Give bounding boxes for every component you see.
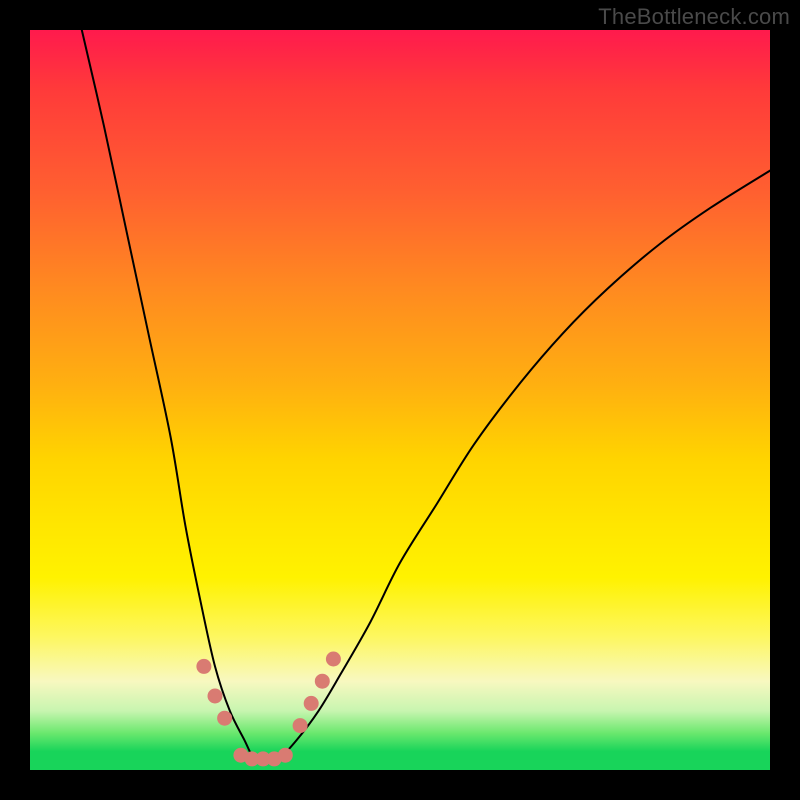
bottleneck-curve: [82, 30, 770, 759]
curve-marker-dot: [326, 652, 341, 667]
curve-layer: [30, 30, 770, 770]
curve-marker-dot: [278, 748, 293, 763]
curve-marker-dot: [293, 718, 308, 733]
chart-frame: TheBottleneck.com: [0, 0, 800, 800]
curve-marker-dot: [208, 689, 223, 704]
curve-marker-dot: [304, 696, 319, 711]
watermark-text: TheBottleneck.com: [598, 4, 790, 30]
curve-marker-dot: [196, 659, 211, 674]
curve-marker-dot: [315, 674, 330, 689]
curve-marker-dot: [217, 711, 232, 726]
